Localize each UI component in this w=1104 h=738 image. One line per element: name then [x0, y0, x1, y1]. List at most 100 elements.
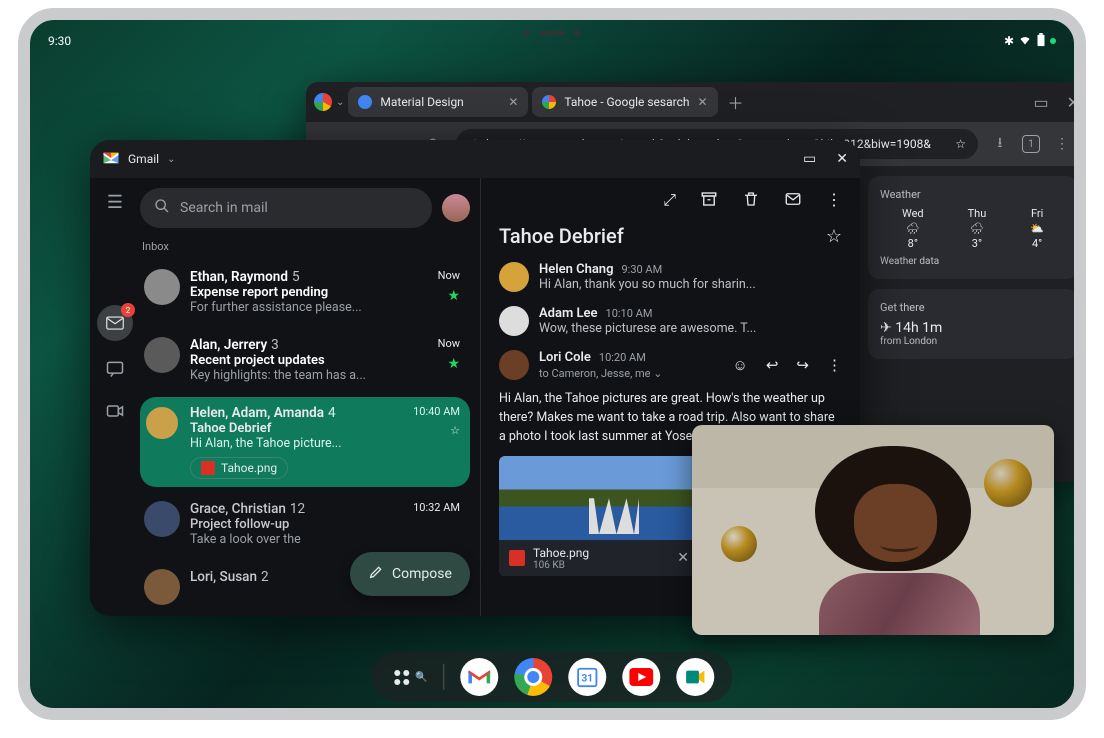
tab-count[interactable]: 1	[1022, 135, 1040, 153]
attachment-preview[interactable]: Tahoe.png 106 KB ✕	[499, 456, 699, 576]
gmail-logo-icon	[102, 151, 120, 168]
close-icon[interactable]: ✕	[677, 550, 689, 566]
search-placeholder: Search in mail	[180, 200, 268, 216]
tab-label: Material Design	[380, 95, 463, 109]
svg-text:31: 31	[582, 674, 594, 685]
thread-item-selected[interactable]: Helen, Adam, Amanda4 Tahoe Debrief Hi Al…	[140, 397, 470, 487]
tab-material-design[interactable]: Material Design ✕	[348, 87, 528, 117]
new-tab-button[interactable]: ＋	[722, 88, 750, 116]
download-icon[interactable]: ⭳	[988, 132, 1012, 156]
reply-icon[interactable]: ↩	[766, 356, 779, 374]
weather-day: Thu🌧3°	[968, 207, 987, 250]
wifi-icon	[1018, 34, 1032, 49]
menu-icon[interactable]: ☰	[107, 192, 123, 213]
maximize-icon[interactable]: ▭	[803, 151, 816, 167]
app-drawer-button[interactable]: 🔍	[389, 665, 427, 689]
gmail-titlebar[interactable]: Gmail ⌄ ▭ ✕	[90, 140, 860, 178]
gmail-title: Gmail	[128, 152, 159, 166]
weather-day: Fri⛅4°	[1030, 207, 1044, 250]
search-icon	[154, 198, 170, 218]
mail-icon	[106, 316, 124, 330]
search-input[interactable]: Search in mail	[140, 188, 432, 228]
maximize-icon[interactable]: ▭	[1033, 93, 1048, 112]
favicon-icon	[358, 95, 372, 109]
status-icons: ✱	[1004, 33, 1056, 50]
star-icon[interactable]: ★	[447, 356, 460, 372]
favicon-icon	[542, 95, 556, 109]
star-icon[interactable]: ★	[447, 288, 460, 304]
emoji-icon[interactable]: ☺	[733, 356, 748, 374]
avatar-icon	[144, 569, 180, 605]
star-icon[interactable]: ☆	[826, 226, 842, 247]
mail-nav-button[interactable]: 2	[97, 305, 133, 341]
close-window-icon[interactable]: ✕	[1067, 93, 1080, 112]
getthere-sub: from London	[880, 336, 1066, 347]
chat-icon[interactable]	[105, 359, 125, 383]
star-icon[interactable]: ☆	[955, 137, 966, 151]
image-file-icon	[509, 550, 525, 566]
image-file-icon	[201, 461, 215, 475]
tab-label: Tahoe - Google sesarch	[564, 95, 689, 109]
taskbar: 🔍 31	[371, 652, 732, 702]
compose-button[interactable]: Compose	[350, 552, 470, 596]
avatar-icon	[144, 501, 180, 537]
compose-label: Compose	[392, 566, 452, 582]
chevron-down-icon[interactable]: ⌄	[167, 154, 175, 165]
archive-icon[interactable]	[700, 190, 718, 212]
mark-unread-icon[interactable]	[784, 190, 802, 212]
get-there-card[interactable]: Get there ✈ 14h 1m from London	[868, 289, 1078, 359]
collapsed-message[interactable]: Adam Lee10:10 AM Wow, these picturese ar…	[499, 306, 842, 336]
taskbar-gmail[interactable]	[461, 658, 499, 696]
chrome-tabbar: ⌄ Material Design ✕ Tahoe - Google sesar…	[306, 82, 1086, 122]
person-illustration	[793, 442, 1010, 635]
expand-icon[interactable]: ⤢	[663, 190, 676, 212]
nav-rail: ☰ 2	[90, 178, 140, 616]
close-window-icon[interactable]: ✕	[836, 151, 848, 167]
battery-icon	[1036, 33, 1046, 50]
chrome-app-switcher[interactable]: ⌄	[314, 93, 344, 111]
getthere-title: Get there	[880, 301, 1066, 314]
weather-footer: Weather data	[880, 256, 1066, 267]
thread-list-column: Search in mail Inbox Ethan, Raymond5 Exp…	[140, 178, 480, 616]
status-dot-icon	[1050, 38, 1056, 44]
mail-badge: 2	[121, 303, 135, 317]
taskbar-youtube[interactable]	[623, 658, 661, 696]
avatar-icon	[144, 405, 180, 441]
account-avatar[interactable]	[442, 194, 470, 222]
video-call-pip[interactable]	[692, 425, 1054, 635]
inbox-label: Inbox	[140, 236, 470, 261]
star-icon[interactable]: ☆	[450, 424, 460, 437]
attachment-size: 106 KB	[533, 560, 589, 571]
tab-tahoe-search[interactable]: Tahoe - Google sesarch ✕	[532, 87, 717, 117]
pencil-icon	[368, 564, 384, 584]
forward-icon[interactable]: ↪	[796, 356, 809, 374]
status-bar: 9:30 ✱	[48, 30, 1056, 52]
expanded-message: Lori Cole10:20 AM to Cameron, Jesse, me …	[499, 350, 842, 380]
chrome-icon	[314, 93, 332, 111]
menu-icon[interactable]: ⋮	[1050, 136, 1074, 152]
more-icon[interactable]: ⋮	[826, 190, 842, 212]
tablet-frame: 9:30 ✱ ⌄ Material Design ✕	[18, 8, 1086, 720]
collapsed-message[interactable]: Helen Chang9:30 AM Hi Alan, thank you so…	[499, 262, 842, 292]
taskbar-chrome[interactable]	[515, 658, 553, 696]
taskbar-calendar[interactable]: 31	[569, 658, 607, 696]
chevron-down-icon[interactable]: ⌄	[653, 367, 662, 380]
thread-item[interactable]: Grace, Christian12 Project follow-up Tak…	[140, 493, 470, 555]
getthere-duration: ✈ 14h 1m	[880, 320, 1066, 336]
taskbar-meet[interactable]	[677, 658, 715, 696]
status-time: 9:30	[48, 34, 71, 48]
delete-icon[interactable]	[742, 190, 760, 212]
weather-day: Wed🌧8°	[902, 207, 924, 250]
attachment-chip[interactable]: Tahoe.png	[190, 457, 288, 479]
thread-item[interactable]: Alan, Jerrery3 Recent project updates Ke…	[140, 329, 470, 391]
weather-card[interactable]: Weather Wed🌧8° Thu🌧3° Fri⛅4° Weather dat…	[868, 176, 1078, 279]
more-icon[interactable]: ⋮	[827, 356, 842, 374]
detail-title: Tahoe Debrief	[499, 224, 816, 248]
meet-icon[interactable]	[105, 401, 125, 425]
close-tab-icon[interactable]: ✕	[508, 95, 518, 109]
avatar-icon	[144, 269, 180, 305]
thread-item[interactable]: Ethan, Raymond5 Expense report pending F…	[140, 261, 470, 323]
avatar-icon	[144, 337, 180, 373]
close-tab-icon[interactable]: ✕	[697, 95, 707, 109]
bluetooth-icon: ✱	[1004, 34, 1014, 48]
